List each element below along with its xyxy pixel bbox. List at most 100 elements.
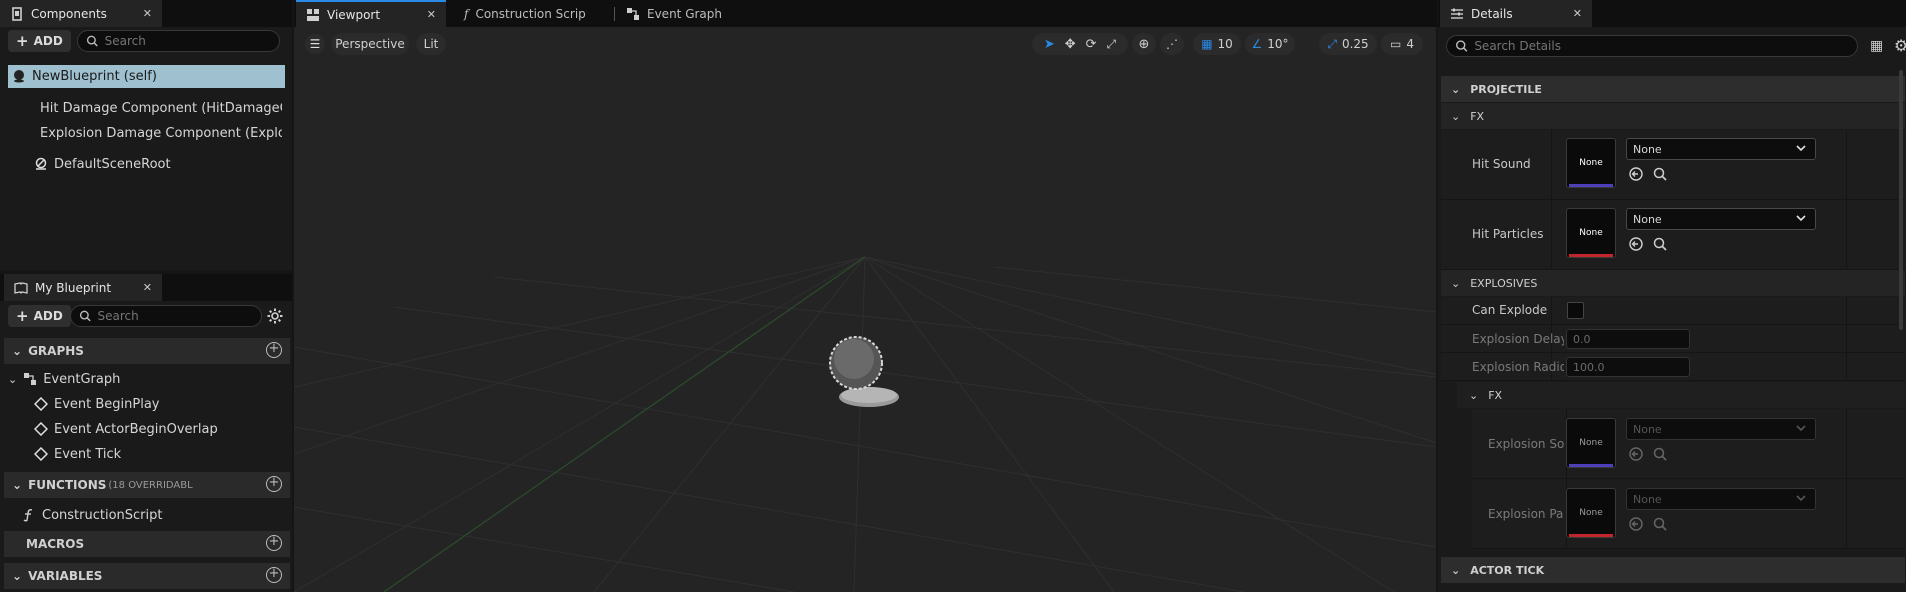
- browse-icon[interactable]: [1652, 446, 1668, 462]
- add-member-button[interactable]: + ADD: [8, 305, 71, 327]
- tab-my-blueprint[interactable]: My Blueprint ✕: [4, 274, 162, 301]
- rotate-icon[interactable]: ⟳: [1086, 37, 1097, 52]
- book-icon: [14, 281, 28, 294]
- tree-item-event-tick[interactable]: Event Tick: [34, 443, 284, 465]
- move-icon[interactable]: ✥: [1065, 37, 1076, 52]
- use-selected-icon[interactable]: [1628, 236, 1644, 252]
- close-icon[interactable]: ✕: [143, 281, 152, 294]
- camera-speed-value: 4: [1406, 37, 1414, 51]
- variables-section-header[interactable]: ⌄ VARIABLES +: [4, 563, 290, 589]
- globe-icon: ⊕: [1138, 36, 1150, 52]
- functions-section-header[interactable]: ⌄ FUNCTIONS (18 OVERRIDABL +: [4, 472, 290, 498]
- use-selected-icon[interactable]: [1628, 516, 1644, 532]
- tab-details[interactable]: Details ✕: [1440, 0, 1592, 27]
- explosion-sound-value: None: [1633, 422, 1662, 436]
- plus-icon: +: [16, 32, 29, 50]
- tree-item-event-graph[interactable]: ⌄ EventGraph: [8, 368, 278, 390]
- close-icon[interactable]: ✕: [1573, 7, 1582, 20]
- browse-icon[interactable]: [1652, 516, 1668, 532]
- my-blueprint-search-input[interactable]: [97, 309, 253, 323]
- lit-label: Lit: [423, 37, 439, 51]
- hit-particles-thumb-label: None: [1579, 228, 1603, 238]
- tree-item-default-scene-root[interactable]: DefaultSceneRoot: [34, 153, 282, 175]
- grid-snap-button[interactable]: ▦ 10: [1193, 33, 1241, 55]
- tree-item-explosion-damage[interactable]: Explosion Damage Component (Explosic: [34, 122, 282, 144]
- explosion-particles-dropdown[interactable]: None: [1626, 488, 1816, 510]
- explosion-sound-thumbnail[interactable]: None: [1566, 418, 1616, 468]
- can-explode-label: Can Explode: [1472, 303, 1548, 317]
- components-search-input[interactable]: [104, 34, 271, 48]
- details-search[interactable]: [1446, 35, 1858, 57]
- explosion-particles-thumbnail[interactable]: None: [1566, 488, 1616, 538]
- use-selected-icon[interactable]: [1628, 166, 1644, 182]
- browse-icon[interactable]: [1652, 166, 1668, 182]
- add-component-button[interactable]: + ADD: [8, 30, 71, 52]
- chevron-down-icon: ⌄: [1469, 388, 1479, 402]
- scale-snap-button[interactable]: ⤢ 0.25: [1319, 33, 1377, 55]
- explosion-particles-value: None: [1633, 492, 1662, 506]
- hit-sound-thumbnail[interactable]: None: [1566, 138, 1616, 188]
- select-icon[interactable]: ➤: [1044, 37, 1055, 52]
- explosion-sound-thumb-label: None: [1579, 438, 1603, 448]
- explosion-delay-field[interactable]: 0.0: [1566, 329, 1690, 349]
- fx-label: FX: [1470, 109, 1485, 123]
- explosion-sound-dropdown[interactable]: None: [1626, 418, 1816, 440]
- chevron-down-icon: [1796, 145, 1806, 152]
- tree-item-hit-damage[interactable]: Hit Damage Component (HitDamageCom: [34, 97, 282, 119]
- close-icon[interactable]: ✕: [427, 8, 436, 21]
- tree-item-event-actorbeginoverlap[interactable]: Event ActorBeginOverlap: [34, 418, 284, 440]
- coordinate-system-button[interactable]: ⊕: [1132, 33, 1156, 55]
- tab-components[interactable]: Components ✕: [0, 0, 162, 27]
- browse-icon[interactable]: [1652, 236, 1668, 252]
- hit-particles-dropdown[interactable]: None: [1626, 208, 1816, 230]
- viewport-canvas[interactable]: ☰ Perspective Lit ➤ ✥ ⟳ ⤢ ⊕ ⋰ ▦ 10 ∠ 10°…: [294, 27, 1436, 592]
- viewport-menu-button[interactable]: ☰: [305, 34, 325, 54]
- add-function-icon[interactable]: +: [266, 476, 282, 492]
- tree-item-label: Hit Damage Component (HitDamageCom: [40, 100, 282, 116]
- rotation-snap-button[interactable]: ∠ 10°: [1245, 33, 1295, 55]
- hit-sound-dropdown[interactable]: None: [1626, 138, 1816, 160]
- chevron-down-icon: ⌄: [12, 478, 23, 492]
- explosion-radius-field[interactable]: 100.0: [1566, 357, 1690, 377]
- tab-divider: [614, 7, 615, 21]
- my-blueprint-search[interactable]: [70, 305, 262, 327]
- tab-viewport[interactable]: Viewport ✕: [296, 0, 446, 27]
- grid-icon: ▦: [1201, 37, 1213, 51]
- actor-tick-category-header[interactable]: ⌄ ACTOR TICK: [1441, 557, 1905, 583]
- add-macro-icon[interactable]: +: [266, 535, 282, 551]
- gear-icon[interactable]: [266, 307, 284, 325]
- details-scrollbar[interactable]: [1899, 70, 1903, 330]
- explosion-particles-label: Explosion Par: [1488, 507, 1564, 521]
- tree-item-newblueprint[interactable]: NewBlueprint (self): [12, 65, 282, 87]
- tree-item-construction-script[interactable]: ConstructionScript: [22, 504, 282, 526]
- settings-gear-icon[interactable]: ⚙: [1894, 36, 1906, 55]
- fx-subcategory-header[interactable]: ⌄ FX: [1441, 103, 1905, 129]
- tab-construction-script[interactable]: f Construction Scrip: [454, 0, 594, 27]
- surface-snap-button[interactable]: ⋰: [1160, 33, 1184, 55]
- surface-snap-icon: ⋰: [1166, 37, 1178, 51]
- add-graph-icon[interactable]: +: [266, 342, 282, 358]
- tab-event-graph[interactable]: Event Graph: [616, 0, 746, 27]
- close-icon[interactable]: ✕: [143, 7, 152, 20]
- add-variable-icon[interactable]: +: [266, 567, 282, 583]
- event-icon: [34, 397, 48, 411]
- explosion-radius-value: 100.0: [1573, 360, 1605, 374]
- graphs-section-header[interactable]: ⌄ GRAPHS +: [4, 338, 290, 364]
- lit-button[interactable]: Lit: [416, 33, 446, 55]
- use-selected-icon[interactable]: [1628, 446, 1644, 462]
- projectile-category-header[interactable]: ⌄ PROJECTILE: [1441, 76, 1905, 102]
- explosives-category-header[interactable]: ⌄ EXPLOSIVES: [1441, 270, 1905, 296]
- actor-icon: [14, 70, 24, 83]
- components-search[interactable]: [77, 30, 280, 52]
- macros-section-header[interactable]: MACROS +: [4, 531, 290, 557]
- tree-item-event-beginplay[interactable]: Event BeginPlay: [34, 393, 284, 415]
- camera-speed-button[interactable]: ▭ 4: [1381, 33, 1423, 55]
- hit-particles-thumbnail[interactable]: None: [1566, 208, 1616, 258]
- details-search-input[interactable]: [1474, 39, 1849, 53]
- scale-icon[interactable]: ⤢: [1107, 37, 1117, 52]
- table-view-icon[interactable]: ▦: [1870, 38, 1883, 54]
- explosives-fx-subcategory-header[interactable]: ⌄ FX: [1457, 382, 1905, 408]
- can-explode-checkbox[interactable]: [1567, 302, 1584, 319]
- event-icon: [34, 447, 48, 461]
- perspective-button[interactable]: Perspective: [331, 33, 409, 55]
